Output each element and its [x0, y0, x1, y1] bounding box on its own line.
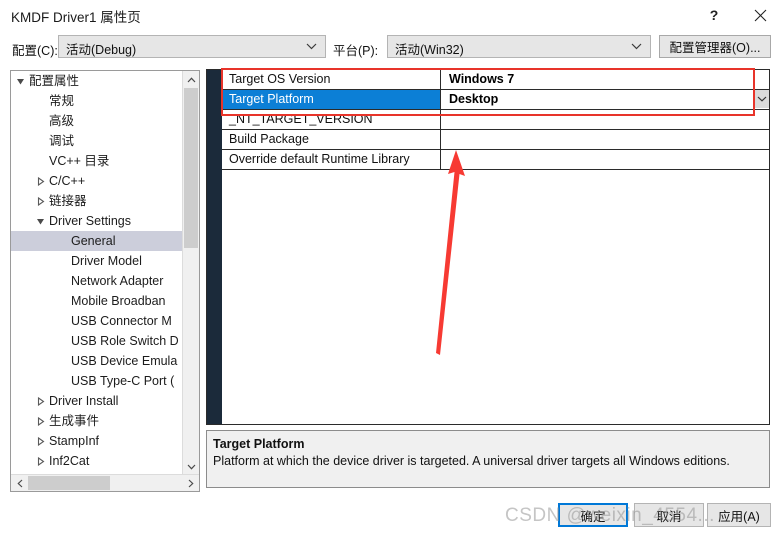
property-value[interactable] — [442, 150, 769, 169]
tree-item-label: USB Type-C Port ( — [71, 374, 175, 388]
property-value[interactable] — [442, 110, 769, 129]
tree-item-label: USB Connector M — [71, 314, 172, 328]
title-bar: KMDF Driver1 属性页 ? — [0, 0, 774, 30]
page-title: KMDF Driver1 属性页 — [11, 10, 141, 25]
configuration-value: 活动(Debug) — [66, 43, 137, 57]
tree-item[interactable]: Network Adapter — [11, 271, 184, 291]
property-value[interactable]: Desktop — [442, 90, 769, 109]
configuration-bar: 配置(C): 活动(Debug) 平台(P): 活动(Win32) 配置管理器(… — [0, 30, 774, 64]
chevron-right-icon[interactable] — [33, 451, 47, 471]
tree-vertical-scroll-thumb[interactable] — [184, 88, 198, 248]
tree-item-label: Inf2Cat — [49, 454, 90, 468]
scroll-left-icon[interactable] — [11, 475, 28, 491]
scroll-right-icon[interactable] — [182, 475, 199, 491]
tree-item-label: VC++ 目录 — [49, 154, 110, 168]
property-name: Build Package — [222, 130, 441, 149]
tree-item[interactable]: StampInf — [11, 431, 184, 451]
tree-item[interactable]: USB Device Emula — [11, 351, 184, 371]
chevron-down-icon — [306, 36, 317, 57]
tree-horizontal-scroll-thumb[interactable] — [28, 476, 110, 490]
close-icon — [754, 9, 766, 21]
description-text: Platform at which the device driver is t… — [213, 454, 730, 468]
help-button[interactable]: ? — [694, 0, 734, 30]
tree-item[interactable]: 高级 — [11, 111, 184, 131]
tree-item-label: Driver Settings — [49, 214, 131, 228]
tree-item-label: 调试 — [49, 134, 75, 148]
property-name: Target Platform — [222, 90, 441, 109]
chevron-down-icon[interactable] — [33, 211, 47, 231]
property-row[interactable]: Target OS Version Windows 7 — [222, 70, 769, 90]
tree-item-label: 生成事件 — [49, 414, 100, 428]
platform-label: 平台(P): — [333, 44, 379, 58]
property-grid: Target OS Version Windows 7 Target Platfor… — [206, 69, 770, 425]
tree-item[interactable]: USB Type-C Port ( — [11, 371, 184, 391]
tree-vertical-scrollbar[interactable] — [182, 71, 199, 475]
property-row[interactable]: _NT_TARGET_VERSION — [222, 110, 769, 130]
description-pane: Target Platform Platform at which the de… — [206, 430, 770, 488]
tree-item-label: USB Device Emula — [71, 354, 178, 368]
property-row[interactable]: Override default Runtime Library — [222, 150, 769, 170]
tree-item[interactable]: Inf2Cat — [11, 451, 184, 471]
property-row[interactable]: Target Platform Desktop — [222, 90, 769, 110]
tree-item[interactable]: 链接器 — [11, 191, 184, 211]
chevron-right-icon[interactable] — [33, 171, 47, 191]
tree-item-label: 高级 — [49, 114, 75, 128]
property-value-dropdown-button[interactable] — [753, 90, 769, 108]
scroll-down-icon[interactable] — [183, 458, 199, 475]
configuration-dropdown[interactable]: 活动(Debug) — [58, 35, 326, 58]
tree-item[interactable]: 生成事件 — [11, 411, 184, 431]
tree-item-label: C/C++ — [49, 174, 86, 188]
apply-button[interactable]: 应用(A) — [707, 503, 771, 527]
tree-item[interactable]: USB Connector M — [11, 311, 184, 331]
close-button[interactable] — [740, 0, 774, 30]
property-name: Override default Runtime Library — [222, 150, 441, 169]
property-value[interactable]: Windows 7 — [442, 70, 769, 89]
tree-item-label: USB Role Switch D — [71, 334, 179, 348]
description-title: Target Platform — [213, 437, 305, 451]
tree-item-label: 配置属性 — [29, 74, 80, 88]
tree-item-label: Mobile Broadban — [71, 294, 166, 308]
ok-button[interactable]: 确定 — [558, 503, 628, 527]
property-value[interactable] — [442, 130, 769, 149]
tree-item[interactable]: Driver Model — [11, 251, 184, 271]
configuration-tree[interactable]: 配置属性常规高级调试 VC++ 目录 C/C++ 链接器 Driver Settings… — [11, 71, 184, 475]
tree-item[interactable]: Mobile Broadban — [11, 291, 184, 311]
tree-item-label: General — [71, 234, 116, 248]
tree-item[interactable]: C/C++ — [11, 171, 184, 191]
tree-item[interactable]: Driver Install — [11, 391, 184, 411]
tree-item-label: Network Adapter — [71, 274, 164, 288]
tree-item[interactable]: USB Role Switch D — [11, 331, 184, 351]
scroll-up-icon[interactable] — [183, 71, 199, 88]
cancel-button[interactable]: 取消 — [634, 503, 704, 527]
chevron-right-icon[interactable] — [33, 191, 47, 211]
property-name: _NT_TARGET_VERSION — [222, 110, 441, 129]
tree-item[interactable]: 常规 — [11, 91, 184, 111]
tree-horizontal-scrollbar[interactable] — [11, 474, 199, 491]
platform-dropdown[interactable]: 活动(Win32) — [387, 35, 651, 58]
property-grid-gutter — [207, 70, 222, 424]
configuration-manager-button[interactable]: 配置管理器(O)... — [659, 35, 771, 58]
tree-item-label: StampInf — [49, 434, 100, 448]
tree-item-label: 链接器 — [49, 194, 87, 208]
tree-item[interactable]: Driver Settings — [11, 211, 184, 231]
chevron-right-icon[interactable] — [33, 391, 47, 411]
configuration-tree-panel: 配置属性常规高级调试 VC++ 目录 C/C++ 链接器 Driver Settings… — [10, 70, 200, 492]
chevron-right-icon[interactable] — [33, 411, 47, 431]
chevron-down-icon — [631, 36, 642, 57]
question-mark-icon: ? — [709, 7, 719, 23]
tree-item[interactable]: General — [11, 231, 184, 251]
tree-item[interactable]: 调试 — [11, 131, 184, 151]
tree-item-label: 常规 — [49, 94, 75, 108]
tree-item-label: Driver Model — [71, 254, 142, 268]
property-grid-rows: Target OS Version Windows 7 Target Platfor… — [222, 70, 769, 170]
chevron-down-icon[interactable] — [13, 71, 27, 91]
tree-item[interactable]: VC++ 目录 — [11, 151, 184, 171]
tree-item-label: Driver Install — [49, 394, 119, 408]
chevron-right-icon[interactable] — [33, 431, 47, 451]
property-row[interactable]: Build Package — [222, 130, 769, 150]
property-name: Target OS Version — [222, 70, 441, 89]
configuration-label: 配置(C): — [12, 44, 58, 58]
tree-item[interactable]: 配置属性 — [11, 71, 184, 91]
platform-value: 活动(Win32) — [395, 43, 464, 57]
